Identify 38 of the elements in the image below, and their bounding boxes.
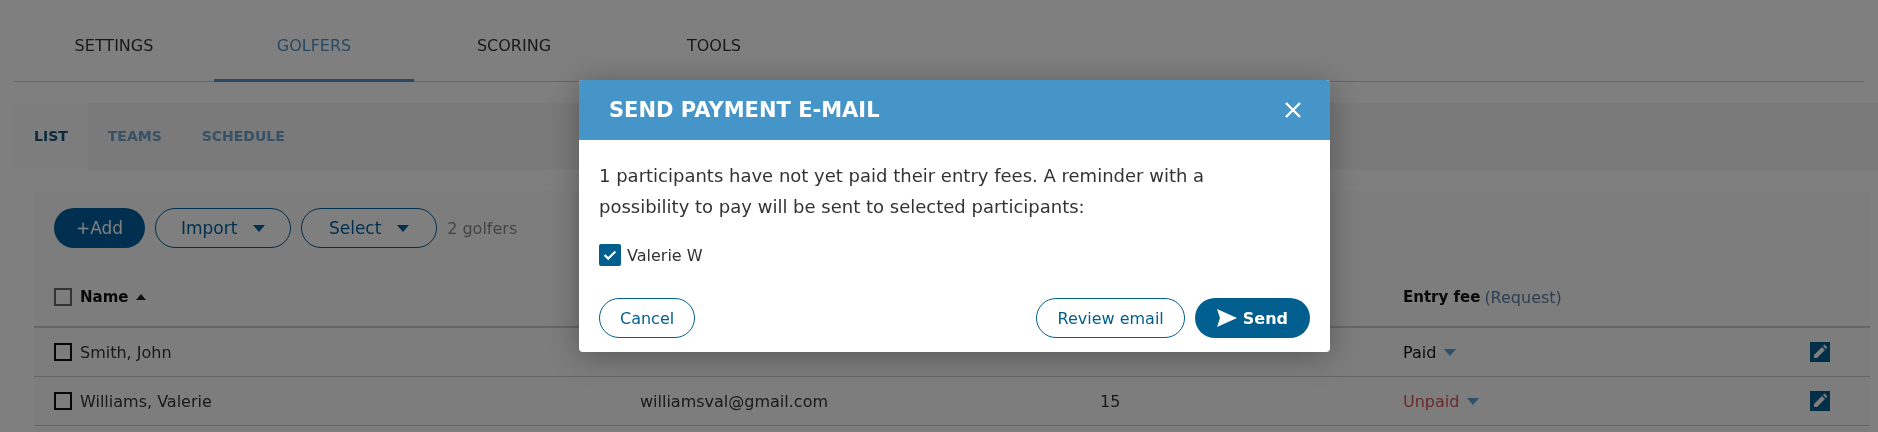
- tab[interactable]: SCORING: [414, 36, 614, 82]
- golfer-name: Smith, John: [80, 342, 172, 362]
- review-email-button[interactable]: Review email: [1036, 298, 1185, 338]
- handicap-cell: 15: [1100, 391, 1121, 411]
- checkbox[interactable]: [599, 244, 621, 266]
- email-cell: williamsval@gmail.com: [640, 391, 828, 411]
- fee-status[interactable]: Paid: [1403, 342, 1437, 362]
- request-link[interactable]: (Request): [1484, 287, 1562, 307]
- close-icon[interactable]: [1284, 101, 1302, 119]
- select-button[interactable]: Select: [301, 208, 438, 248]
- sort-ascending-icon: [136, 294, 147, 300]
- tab[interactable]: TOOLS: [614, 36, 814, 82]
- dialog-title: SEND PAYMENT E-MAIL: [609, 98, 880, 122]
- cancel-button[interactable]: Cancel: [599, 298, 696, 338]
- caret-icon: [397, 224, 410, 232]
- fee-status[interactable]: Unpaid: [1403, 391, 1460, 411]
- edit-icon[interactable]: [1810, 391, 1830, 411]
- tab[interactable]: GOLFERS: [214, 36, 414, 82]
- column-header[interactable]: Name: [80, 288, 129, 306]
- participant-name: Valerie W: [627, 245, 703, 265]
- edit-icon[interactable]: [1810, 342, 1830, 362]
- caret-icon: [253, 224, 266, 232]
- import-button[interactable]: Import: [155, 208, 292, 248]
- send-button[interactable]: Send: [1194, 298, 1310, 338]
- checkbox[interactable]: [54, 392, 72, 410]
- column-header: Entry fee: [1403, 288, 1481, 306]
- subtab[interactable]: TEAMS: [87, 103, 182, 170]
- subtab[interactable]: SCHEDULE: [181, 103, 305, 170]
- golfer-count: 2 golfers: [447, 218, 518, 238]
- golfer-name: Williams, Valerie: [80, 391, 212, 411]
- dialog-message: 1 participants have not yet paid their entry fees. A reminder with a possibility to pay will be sent to selected participants:: [599, 164, 1206, 219]
- caret-icon[interactable]: [1444, 348, 1457, 356]
- tab[interactable]: SETTINGS: [14, 36, 214, 82]
- checkbox[interactable]: [54, 288, 72, 306]
- send-icon: [1216, 309, 1237, 327]
- caret-icon[interactable]: [1467, 397, 1480, 405]
- checkbox[interactable]: [54, 343, 72, 361]
- add-button[interactable]: +Add: [54, 208, 146, 248]
